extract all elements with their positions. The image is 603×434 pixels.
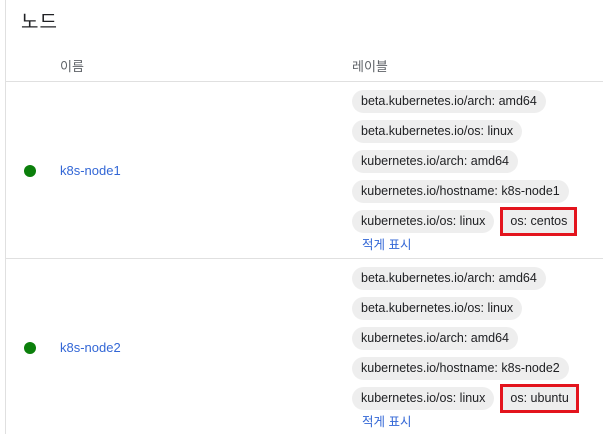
table-header: 이름 레이블 [6,48,603,82]
column-header-labels: 레이블 [352,59,388,74]
label-chip[interactable]: kubernetes.io/hostname: k8s-node1 [352,179,569,203]
label-chip[interactable]: kubernetes.io/arch: amd64 [352,326,519,350]
label-chip-highlighted[interactable]: os: ubuntu [500,383,579,413]
table-row: k8s-node2 beta.kubernetes.io/arch: amd64… [6,259,603,434]
status-ok-icon [24,342,36,354]
table-row: k8s-node1 beta.kubernetes.io/arch: amd64… [6,82,603,259]
label-chip[interactable]: kubernetes.io/hostname: k8s-node2 [352,356,569,380]
page-title: 노드 [21,12,58,33]
label-chip-highlighted[interactable]: os: centos [500,206,578,236]
label-chip[interactable]: kubernetes.io/arch: amd64 [352,149,519,173]
label-chip[interactable]: kubernetes.io/os: linux [352,209,495,233]
label-chip[interactable]: kubernetes.io/os: linux [352,386,495,410]
labels-cell: beta.kubernetes.io/arch: amd64 beta.kube… [352,263,602,431]
label-chip[interactable]: beta.kubernetes.io/arch: amd64 [352,266,546,290]
status-ok-icon [24,165,36,177]
show-less-link[interactable]: 적게 표시 [362,411,411,430]
node-link-k8s-node2[interactable]: k8s-node2 [60,340,121,355]
column-header-name[interactable]: 이름 [60,56,84,75]
label-chip[interactable]: beta.kubernetes.io/os: linux [352,119,523,143]
show-less-link[interactable]: 적게 표시 [362,234,411,253]
labels-cell: beta.kubernetes.io/arch: amd64 beta.kube… [352,86,602,254]
node-link-k8s-node1[interactable]: k8s-node1 [60,163,121,178]
label-chip[interactable]: beta.kubernetes.io/arch: amd64 [352,89,546,113]
label-chip[interactable]: beta.kubernetes.io/os: linux [352,296,523,320]
